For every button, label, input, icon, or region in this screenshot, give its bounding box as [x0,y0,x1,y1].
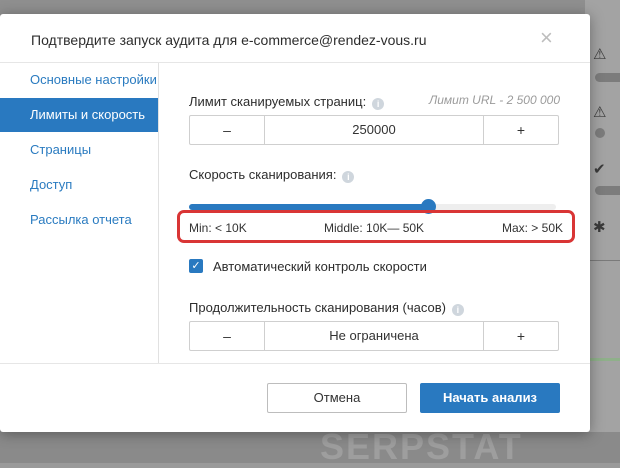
sidebar-item-access[interactable]: Доступ [0,168,158,202]
sidebar-item-limits-speed[interactable]: Лимиты и скорость [0,98,158,132]
duration-label-row: Продолжительность сканирования (часов) i [189,300,464,316]
page-limit-input[interactable]: 250000 [265,116,483,144]
speed-label-row: Скорость сканирования: i [189,167,355,183]
sidebar-item-main-settings[interactable]: Основные настройки [0,63,158,97]
bug-icon: ✱ [593,219,606,236]
modal-footer: Отмена Начать анализ [0,363,590,433]
cancel-button[interactable]: Отмена [267,383,407,413]
speed-levels-highlight: Min: < 10K Middle: 10K— 50K Max: > 50K [177,210,575,243]
speed-label: Скорость сканирования: [189,167,337,182]
settings-sidebar: Основные настройки Лимиты и скорость Стр… [0,63,159,363]
speed-max-label: Max: > 50K [501,221,563,235]
sidebar-item-pages[interactable]: Страницы [0,133,158,167]
close-icon[interactable]: × [540,27,553,49]
auto-speed-label: Автоматический контроль скорости [213,259,427,274]
sidebar-item-report-mailing[interactable]: Рассылка отчета [0,203,158,237]
start-analysis-button[interactable]: Начать анализ [420,383,560,413]
url-limit-note: Лимит URL - 2 500 000 [429,93,560,107]
duration-stepper: – Не ограничена + [189,321,559,351]
background-divider [585,260,620,261]
modal-title: Подтвердите запуск аудита для e-commerce… [31,32,427,48]
duration-increment-button[interactable]: + [483,322,558,350]
duration-input[interactable]: Не ограничена [265,322,483,350]
background-bar [595,73,620,82]
modal-header: Подтвердите запуск аудита для e-commerce… [0,14,590,63]
background-chart-line [585,358,620,361]
check-icon: ✔ [593,161,606,178]
limits-speed-panel: Лимит сканируемых страниц: i Лимит URL - … [159,63,590,363]
background-panel: ⚠ ⚠ ✔ ✱ [585,0,620,463]
page-limit-label-row: Лимит сканируемых страниц: i [189,94,385,110]
page-limit-decrement-button[interactable]: – [190,116,265,144]
background-bar [595,186,620,195]
info-icon[interactable]: i [451,304,464,316]
warning-icon: ⚠ [593,104,607,121]
audit-confirm-modal: Подтвердите запуск аудита для e-commerce… [0,14,590,432]
speed-middle-label: Middle: 10K— 50K [324,221,425,235]
duration-decrement-button[interactable]: – [190,322,265,350]
warning-icon: ⚠ [593,46,607,63]
info-icon[interactable]: i [342,171,355,183]
page-limit-stepper: – 250000 + [189,115,559,145]
speed-min-label: Min: < 10K [189,221,247,235]
background-dot [595,128,605,138]
auto-speed-checkbox[interactable]: ✓ [189,259,203,273]
background-footer [0,432,620,463]
info-icon[interactable]: i [372,98,385,110]
page-limit-label: Лимит сканируемых страниц: [189,94,367,109]
page-limit-increment-button[interactable]: + [483,116,558,144]
duration-label: Продолжительность сканирования (часов) [189,300,446,315]
